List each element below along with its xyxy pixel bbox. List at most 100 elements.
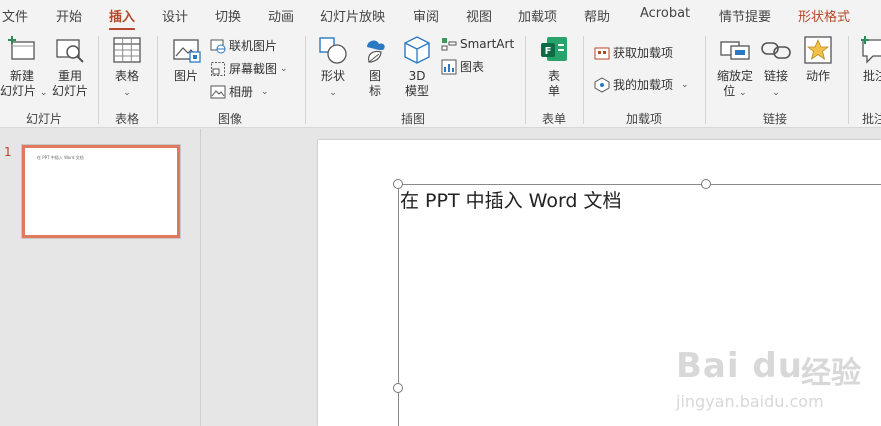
ribbon-separator (705, 36, 706, 124)
shapes-icon (317, 34, 349, 66)
comment-icon (859, 34, 881, 66)
watermark: Bai du 经验 jingyan.baidu.com (676, 334, 876, 414)
new-slide-label-1: 新建 (9, 69, 34, 83)
icons-icon (359, 34, 391, 66)
smartart-button[interactable]: SmartArt (441, 35, 514, 53)
svg-text:F: F (545, 46, 552, 57)
ribbon-separator (98, 36, 99, 124)
slide-text[interactable]: 在 PPT 中插入 Word 文档 (400, 186, 622, 213)
thumbnail-text: 在 PPT 中插入 Word 文档 (37, 155, 84, 160)
3d-models-label-2: 模型 (404, 84, 429, 98)
resize-handle-top-middle[interactable] (701, 179, 711, 189)
watermark-logo-cn: 经验 (801, 356, 861, 391)
picture-button[interactable]: 图片 (166, 34, 206, 84)
link-icon (760, 34, 792, 66)
tab-help[interactable]: 帮助 (584, 6, 610, 25)
icons-label-2: 标 (368, 84, 381, 98)
group-label-forms: 表单 (541, 112, 567, 126)
chevron-down-icon: ⌄ (39, 88, 48, 98)
watermark-logo: Bai du (676, 346, 803, 386)
star-action-icon (802, 34, 834, 66)
forms-button[interactable]: F 表 单 (536, 34, 572, 99)
new-slide-button[interactable]: 新建 幻灯片 ⌄ (0, 34, 47, 101)
smartart-label: SmartArt (460, 37, 515, 51)
group-label-tables: 表格 (114, 112, 140, 126)
link-button[interactable]: 链接 ⌄ (759, 34, 793, 101)
online-pictures-label: 联机图片 (229, 39, 278, 53)
slide-thumbnail[interactable]: 在 PPT 中插入 Word 文档 (21, 144, 181, 239)
tab-storyboard[interactable]: 情节提要 (719, 6, 771, 25)
comment-button[interactable]: 批注 (858, 34, 881, 84)
cube-icon (401, 34, 433, 66)
zoom-button[interactable]: 缩放定 位 ⌄ (713, 34, 757, 101)
forms-label-1: 表 (547, 69, 560, 83)
reuse-slides-button[interactable]: 重用 幻灯片 (50, 34, 90, 99)
tab-addins[interactable]: 加载项 (518, 6, 557, 25)
table-icon (111, 34, 143, 66)
tab-animations[interactable]: 动画 (268, 6, 294, 25)
chart-button[interactable]: 图表 (441, 58, 484, 76)
photo-album-button[interactable]: 相册 ⌄ (210, 83, 269, 101)
my-addins-label: 我的加载项 (613, 78, 674, 92)
chevron-down-icon: ⌄ (772, 88, 780, 98)
ribbon-separator (583, 36, 584, 124)
slide-number: 1 (4, 145, 12, 159)
chart-label: 图表 (460, 60, 485, 74)
ribbon-separator (525, 36, 526, 124)
table-button[interactable]: 表格 ⌄ (106, 34, 148, 101)
table-label: 表格 (114, 69, 139, 83)
chevron-down-icon: ⌄ (681, 80, 689, 90)
zoom-icon (719, 34, 751, 66)
tab-slideshow[interactable]: 幻灯片放映 (320, 6, 385, 25)
3d-models-label-1: 3D (408, 69, 426, 83)
action-button[interactable]: 动作 (801, 34, 835, 84)
reuse-slides-label-2: 幻灯片 (51, 84, 88, 98)
zoom-label-1: 缩放定 (716, 69, 753, 83)
chevron-down-icon: ⌄ (261, 87, 269, 97)
online-pictures-button[interactable]: 联机图片 (210, 37, 277, 55)
group-label-comments: 批注 (861, 112, 881, 126)
chart-icon (441, 59, 457, 75)
link-label: 链接 (763, 69, 788, 83)
screenshot-label: 屏幕截图 (229, 62, 278, 76)
group-label-slides: 幻灯片 (25, 112, 63, 126)
watermark-url: jingyan.baidu.com (676, 392, 824, 411)
tab-shape-format[interactable]: 形状格式 (798, 6, 850, 25)
icons-button[interactable]: 图 标 (359, 34, 391, 99)
ribbon-separator (157, 36, 158, 124)
photo-album-label: 相册 (229, 85, 254, 99)
shapes-label: 形状 (320, 69, 345, 83)
forms-label-2: 单 (547, 84, 560, 98)
forms-icon: F (538, 34, 570, 66)
tab-view[interactable]: 视图 (466, 6, 492, 25)
reuse-slides-icon (54, 34, 86, 66)
reuse-slides-label-1: 重用 (57, 69, 82, 83)
resize-handle-middle-left[interactable] (393, 383, 403, 393)
tab-review[interactable]: 审阅 (413, 6, 439, 25)
ribbon-tab-bar: 文件 开始 插入 设计 切换 动画 幻灯片放映 审阅 视图 加载项 帮助 Acr… (0, 0, 881, 31)
my-addins-button[interactable]: 我的加载项 ⌄ (594, 76, 689, 94)
screenshot-button[interactable]: 屏幕截图 ⌄ (210, 60, 288, 78)
chevron-down-icon: ⌄ (329, 88, 337, 98)
tab-design[interactable]: 设计 (162, 6, 188, 25)
picture-label: 图片 (173, 69, 198, 83)
group-label-addins: 加载项 (625, 112, 663, 126)
screenshot-icon (210, 61, 226, 77)
get-addins-button[interactable]: 获取加载项 (594, 44, 673, 62)
icons-label-1: 图 (368, 69, 381, 83)
store-icon (594, 45, 610, 61)
tab-home[interactable]: 开始 (56, 6, 82, 25)
chevron-down-icon: ⌄ (280, 64, 288, 74)
action-label: 动作 (805, 69, 830, 83)
tab-acrobat[interactable]: Acrobat (640, 6, 690, 21)
ribbon: 新建 幻灯片 ⌄ 重用 幻灯片 幻灯片 表格 ⌄ 表格 图片 联机图片 屏幕截图… (0, 30, 881, 128)
tab-insert[interactable]: 插入 (109, 6, 136, 31)
tab-file[interactable]: 文件 (2, 6, 28, 25)
tab-transitions[interactable]: 切换 (215, 6, 241, 25)
new-slide-label-2: 幻灯片 (0, 84, 37, 98)
3d-models-button[interactable]: 3D 模型 (399, 34, 435, 99)
comment-label: 批注 (862, 69, 881, 83)
photo-album-icon (210, 84, 226, 100)
shapes-button[interactable]: 形状 ⌄ (315, 34, 351, 101)
chevron-down-icon: ⌄ (739, 88, 747, 98)
